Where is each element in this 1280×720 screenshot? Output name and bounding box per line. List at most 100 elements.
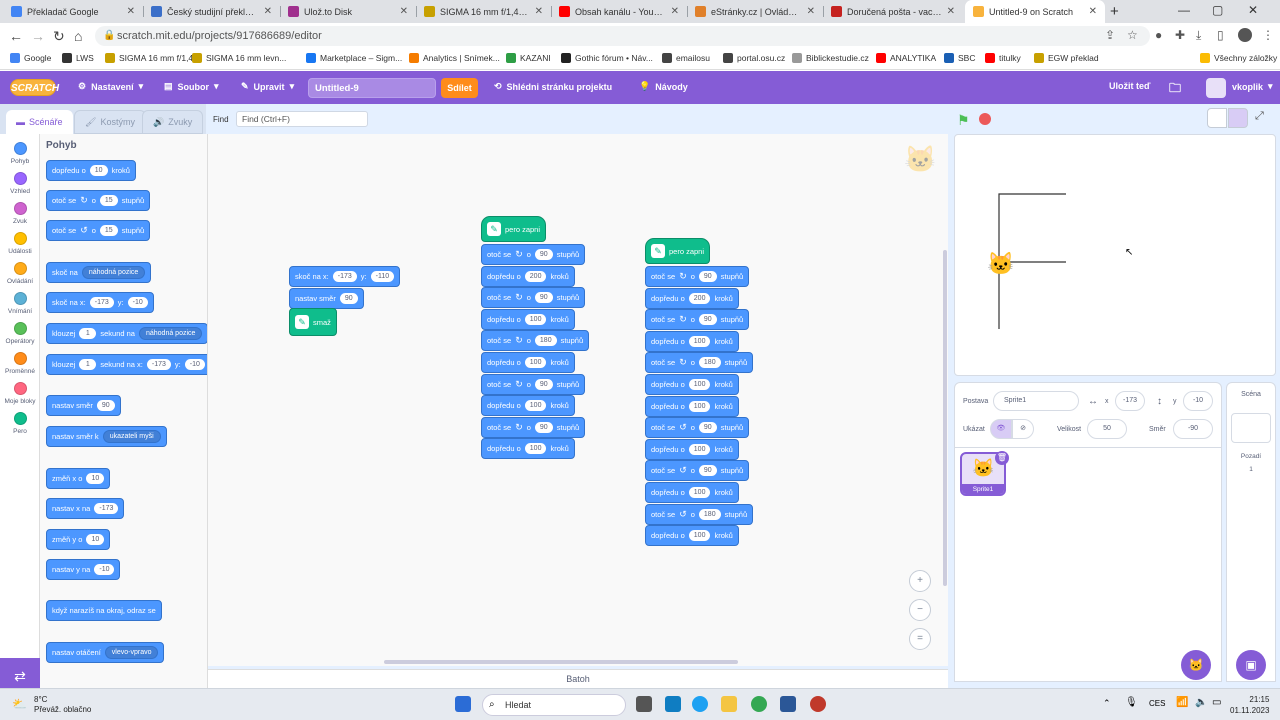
language-indicator[interactable]: CES (1149, 699, 1165, 708)
number-input[interactable]: 100 (688, 487, 711, 498)
dropdown-input[interactable]: náhodná pozice (138, 327, 203, 340)
number-input[interactable]: 90 (534, 378, 553, 390)
number-input[interactable]: 15 (99, 225, 118, 236)
code-block[interactable]: dopředu o 100 kroků (481, 438, 575, 460)
dropdown-input[interactable]: vlevo-vpravo (104, 646, 159, 659)
puzzle-icon[interactable]: ✚ (1175, 28, 1185, 42)
bookmark-item[interactable]: SIGMA 16 mm f/1,4... (105, 53, 200, 63)
code-block[interactable]: dopředu o 100 kroků (645, 395, 739, 417)
close-tab-icon[interactable]: ✕ (400, 6, 408, 17)
menu-dots-icon[interactable]: ⋮ (1262, 28, 1274, 42)
code-block[interactable]: dopředu o 200 kroků (481, 265, 575, 287)
horizontal-scrollbar[interactable] (384, 660, 738, 664)
sprite-x-input[interactable]: -173 (1115, 391, 1145, 411)
code-block[interactable]: otoč se ↻ o 90 stupňů (481, 244, 586, 265)
number-input[interactable]: -173 (89, 297, 114, 308)
sprite-size-input[interactable]: 50 (1087, 419, 1127, 439)
stage[interactable]: 🐱 ↖ (954, 134, 1276, 376)
number-input[interactable]: 100 (688, 530, 711, 542)
category-4[interactable]: Ovládání (0, 262, 40, 285)
close-tab-icon[interactable]: ✕ (535, 6, 543, 17)
settings-menu[interactable]: ⚙ Nastavení ▾ (78, 81, 143, 92)
chrome-icon[interactable] (751, 696, 767, 712)
number-input[interactable]: 1 (79, 359, 97, 370)
stop-button[interactable] (979, 113, 991, 125)
category-2[interactable]: Zvuk (0, 202, 40, 225)
code-block[interactable]: otoč se ↻ o 90 stupňů (481, 416, 586, 438)
browser-tab[interactable]: Překladač Google ✕ (3, 0, 143, 23)
dropdown-input[interactable]: náhodná pozice (81, 266, 146, 279)
find-input[interactable]: Find (Ctrl+F) (236, 111, 368, 127)
number-input[interactable]: 90 (534, 421, 553, 433)
number-input[interactable]: 90 (698, 314, 717, 326)
new-tab-button[interactable]: + (1110, 3, 1119, 20)
number-input[interactable]: 100 (688, 335, 711, 347)
code-block[interactable]: dopředu o 100 kroků (481, 308, 575, 330)
code-block[interactable]: otoč se ↻ o 15 stupňů (46, 190, 151, 211)
number-input[interactable]: 10 (89, 165, 108, 176)
backpack-bar[interactable]: Batoh (208, 669, 948, 688)
scratch-logo[interactable]: SCRATCH (10, 79, 59, 96)
number-input[interactable]: 10 (86, 473, 105, 484)
number-input[interactable]: 100 (688, 400, 711, 412)
app-icon[interactable] (810, 696, 826, 712)
number-input[interactable]: 100 (524, 357, 547, 368)
pen-clear-block[interactable]: ✎ smaž (289, 308, 337, 336)
download-icon[interactable]: ⤓ (1196, 28, 1201, 43)
code-block[interactable]: změň x o 10 (46, 468, 111, 489)
number-input[interactable]: -173 (332, 271, 357, 282)
bookmark-item[interactable]: ANALYTIKA (876, 53, 936, 63)
green-flag-button[interactable]: ⚑ (957, 112, 970, 129)
volume-icon[interactable]: 🔈 (1195, 697, 1207, 708)
close-window-button[interactable]: ✕ (1248, 3, 1258, 17)
all-bookmarks[interactable]: Všechny záložky (1200, 53, 1277, 63)
number-input[interactable]: -173 (146, 359, 171, 370)
sidepanel-icon[interactable]: ▯ (1217, 28, 1224, 42)
category-3[interactable]: Události (0, 232, 40, 255)
sprite-y-input[interactable]: -10 (1183, 391, 1213, 411)
code-block[interactable]: nastav otáčení vlevo-vpravo (46, 642, 165, 663)
bookmark-star-icon[interactable]: ☆ (1127, 28, 1138, 42)
minimize-button[interactable]: — (1178, 3, 1190, 17)
category-8[interactable]: Moje bloky (0, 382, 40, 405)
user-menu[interactable]: vkoplik ▾ (1232, 81, 1273, 92)
number-input[interactable]: -173 (94, 503, 119, 514)
browser-tab[interactable]: Untitled-9 on Scratch ✕ (965, 0, 1105, 23)
number-input[interactable]: 100 (688, 379, 711, 390)
code-block[interactable]: dopředu o 100 kroků (481, 352, 575, 373)
number-input[interactable]: 180 (698, 357, 721, 369)
close-tab-icon[interactable]: ✕ (671, 6, 679, 17)
code-block[interactable]: klouzej 1 sekund na x: -173 y: -10 (46, 354, 207, 375)
zoom-out-button[interactable]: − (909, 599, 931, 621)
zoom-reset-button[interactable]: = (909, 628, 931, 650)
number-input[interactable]: 90 (534, 292, 553, 304)
start-icon[interactable] (455, 696, 471, 712)
bookmark-item[interactable]: portal.osu.cz (723, 53, 785, 63)
bookmark-item[interactable]: titulky (985, 53, 1021, 63)
code-block[interactable]: dopředu o 100 kroků (645, 525, 739, 547)
code-block[interactable]: nastav x na -173 (46, 498, 125, 519)
add-backdrop-button[interactable]: ▣ (1236, 650, 1266, 680)
code-block[interactable]: dopředu o 10 kroků (46, 160, 136, 181)
bookmark-item[interactable]: Biblickestudie.cz (792, 53, 869, 63)
pen-down-hat-block[interactable]: ✎ pero zapni (645, 238, 711, 264)
battery-icon[interactable]: ▭ (1212, 697, 1221, 708)
code-block[interactable]: dopředu o 100 kroků (645, 482, 739, 503)
vertical-scrollbar[interactable] (943, 250, 947, 586)
code-block[interactable]: dopředu o 200 kroků (645, 287, 739, 309)
number-input[interactable]: 15 (99, 195, 118, 206)
number-input[interactable]: 180 (534, 335, 557, 347)
forward-icon[interactable]: → (31, 28, 45, 44)
code-block[interactable]: dopředu o 100 kroků (645, 330, 739, 352)
code-block[interactable]: dopředu o 100 kroků (645, 374, 739, 395)
code-block[interactable]: změň y o 10 (46, 529, 111, 550)
number-input[interactable]: 90 (339, 293, 358, 304)
number-input[interactable]: 1 (79, 328, 97, 339)
code-block[interactable]: když narazíš na okraj, odraz se (46, 600, 162, 621)
number-input[interactable]: 90 (96, 400, 115, 411)
code-block[interactable]: otoč se ↻ o 180 stupňů (645, 352, 754, 374)
fullscreen-icon[interactable]: ⤢ (1255, 110, 1264, 123)
number-input[interactable]: 90 (698, 465, 717, 477)
bookmark-item[interactable]: SIGMA 16 mm levn... (192, 53, 286, 63)
browser-tab[interactable]: eStránky.cz | Ovládací cen✕ (687, 0, 823, 23)
